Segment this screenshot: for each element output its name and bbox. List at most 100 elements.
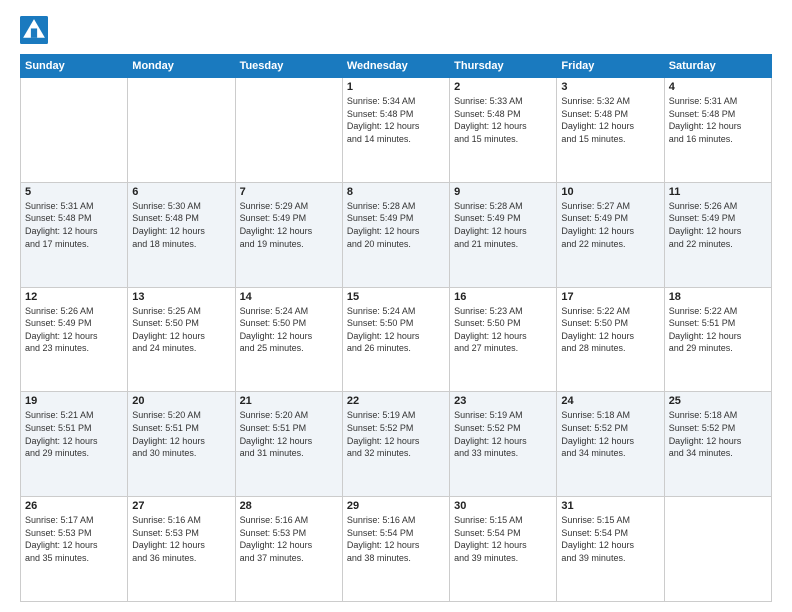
calendar-cell: 24 Sunrise: 5:18 AMSunset: 5:52 PMDayligh… xyxy=(557,392,664,497)
day-info: Sunrise: 5:16 AMSunset: 5:53 PMDaylight:… xyxy=(240,514,338,564)
weekday-header-saturday: Saturday xyxy=(664,55,771,78)
day-info: Sunrise: 5:32 AMSunset: 5:48 PMDaylight:… xyxy=(561,95,659,145)
day-number: 4 xyxy=(669,81,767,93)
day-number: 9 xyxy=(454,186,552,198)
week-row-1: 1 Sunrise: 5:34 AMSunset: 5:48 PMDaylight… xyxy=(21,78,772,183)
calendar-cell: 26Sunrise: 5:17 AMSunset: 5:53 PMDayligh… xyxy=(21,497,128,602)
day-number: 24 xyxy=(561,395,659,407)
day-info: Sunrise: 5:22 AMSunset: 5:50 PMDaylight:… xyxy=(561,305,659,355)
day-number: 20 xyxy=(132,395,230,407)
day-number: 12 xyxy=(25,291,123,303)
calendar-cell: 7 Sunrise: 5:29 AMSunset: 5:49 PMDaylight… xyxy=(235,182,342,287)
day-info: Sunrise: 5:34 AMSunset: 5:48 PMDaylight:… xyxy=(347,95,445,145)
day-number: 16 xyxy=(454,291,552,303)
day-info: Sunrise: 5:19 AMSunset: 5:52 PMDaylight:… xyxy=(454,409,552,459)
day-info: Sunrise: 5:33 AMSunset: 5:48 PMDaylight:… xyxy=(454,95,552,145)
weekday-header-thursday: Thursday xyxy=(450,55,557,78)
calendar-cell: 22Sunrise: 5:19 AMSunset: 5:52 PMDayligh… xyxy=(342,392,449,497)
day-number: 5 xyxy=(25,186,123,198)
calendar-page: SundayMondayTuesdayWednesdayThursdayFrid… xyxy=(0,0,792,612)
day-number: 2 xyxy=(454,81,552,93)
day-info: Sunrise: 5:21 AMSunset: 5:51 PMDaylight:… xyxy=(25,409,123,459)
calendar-cell: 12Sunrise: 5:26 AMSunset: 5:49 PMDayligh… xyxy=(21,287,128,392)
day-number: 6 xyxy=(132,186,230,198)
day-info: Sunrise: 5:28 AMSunset: 5:49 PMDaylight:… xyxy=(454,200,552,250)
calendar-cell: 27 Sunrise: 5:16 AMSunset: 5:53 PMDayligh… xyxy=(128,497,235,602)
day-number: 31 xyxy=(561,500,659,512)
day-number: 15 xyxy=(347,291,445,303)
calendar-cell: 16 Sunrise: 5:23 AMSunset: 5:50 PMDayligh… xyxy=(450,287,557,392)
day-info: Sunrise: 5:23 AMSunset: 5:50 PMDaylight:… xyxy=(454,305,552,355)
calendar-cell: 10Sunrise: 5:27 AMSunset: 5:49 PMDayligh… xyxy=(557,182,664,287)
calendar-cell: 11Sunrise: 5:26 AMSunset: 5:49 PMDayligh… xyxy=(664,182,771,287)
calendar-cell: 14 Sunrise: 5:24 AMSunset: 5:50 PMDayligh… xyxy=(235,287,342,392)
day-info: Sunrise: 5:18 AMSunset: 5:52 PMDaylight:… xyxy=(561,409,659,459)
day-info: Sunrise: 5:27 AMSunset: 5:49 PMDaylight:… xyxy=(561,200,659,250)
calendar-cell: 25 Sunrise: 5:18 AMSunset: 5:52 PMDayligh… xyxy=(664,392,771,497)
day-info: Sunrise: 5:24 AMSunset: 5:50 PMDaylight:… xyxy=(240,305,338,355)
day-number: 27 xyxy=(132,500,230,512)
day-info: Sunrise: 5:31 AMSunset: 5:48 PMDaylight:… xyxy=(25,200,123,250)
day-number: 13 xyxy=(132,291,230,303)
day-info: Sunrise: 5:24 AMSunset: 5:50 PMDaylight:… xyxy=(347,305,445,355)
calendar-cell: 5 Sunrise: 5:31 AMSunset: 5:48 PMDaylight… xyxy=(21,182,128,287)
day-info: Sunrise: 5:31 AMSunset: 5:48 PMDaylight:… xyxy=(669,95,767,145)
calendar-table: SundayMondayTuesdayWednesdayThursdayFrid… xyxy=(20,54,772,602)
calendar-cell: 13Sunrise: 5:25 AMSunset: 5:50 PMDayligh… xyxy=(128,287,235,392)
day-number: 8 xyxy=(347,186,445,198)
calendar-cell: 18Sunrise: 5:22 AMSunset: 5:51 PMDayligh… xyxy=(664,287,771,392)
weekday-header-monday: Monday xyxy=(128,55,235,78)
day-number: 11 xyxy=(669,186,767,198)
calendar-cell: 3 Sunrise: 5:32 AMSunset: 5:48 PMDaylight… xyxy=(557,78,664,183)
day-number: 25 xyxy=(669,395,767,407)
calendar-cell: 1 Sunrise: 5:34 AMSunset: 5:48 PMDaylight… xyxy=(342,78,449,183)
calendar-cell xyxy=(128,78,235,183)
calendar-cell xyxy=(664,497,771,602)
calendar-cell: 28 Sunrise: 5:16 AMSunset: 5:53 PMDayligh… xyxy=(235,497,342,602)
calendar-cell xyxy=(235,78,342,183)
day-number: 19 xyxy=(25,395,123,407)
day-number: 28 xyxy=(240,500,338,512)
calendar-cell: 2 Sunrise: 5:33 AMSunset: 5:48 PMDaylight… xyxy=(450,78,557,183)
day-info: Sunrise: 5:28 AMSunset: 5:49 PMDaylight:… xyxy=(347,200,445,250)
day-number: 3 xyxy=(561,81,659,93)
week-row-3: 12Sunrise: 5:26 AMSunset: 5:49 PMDayligh… xyxy=(21,287,772,392)
day-info: Sunrise: 5:29 AMSunset: 5:49 PMDaylight:… xyxy=(240,200,338,250)
weekday-header-sunday: Sunday xyxy=(21,55,128,78)
calendar-cell: 31 Sunrise: 5:15 AMSunset: 5:54 PMDayligh… xyxy=(557,497,664,602)
day-info: Sunrise: 5:15 AMSunset: 5:54 PMDaylight:… xyxy=(454,514,552,564)
day-info: Sunrise: 5:19 AMSunset: 5:52 PMDaylight:… xyxy=(347,409,445,459)
calendar-cell xyxy=(21,78,128,183)
logo xyxy=(20,16,52,44)
day-number: 26 xyxy=(25,500,123,512)
day-number: 18 xyxy=(669,291,767,303)
day-number: 29 xyxy=(347,500,445,512)
weekday-header-row: SundayMondayTuesdayWednesdayThursdayFrid… xyxy=(21,55,772,78)
calendar-cell: 19 Sunrise: 5:21 AMSunset: 5:51 PMDayligh… xyxy=(21,392,128,497)
day-number: 30 xyxy=(454,500,552,512)
day-info: Sunrise: 5:30 AMSunset: 5:48 PMDaylight:… xyxy=(132,200,230,250)
calendar-cell: 21Sunrise: 5:20 AMSunset: 5:51 PMDayligh… xyxy=(235,392,342,497)
calendar-cell: 29 Sunrise: 5:16 AMSunset: 5:54 PMDayligh… xyxy=(342,497,449,602)
day-info: Sunrise: 5:15 AMSunset: 5:54 PMDaylight:… xyxy=(561,514,659,564)
weekday-header-friday: Friday xyxy=(557,55,664,78)
calendar-cell: 15 Sunrise: 5:24 AMSunset: 5:50 PMDayligh… xyxy=(342,287,449,392)
day-info: Sunrise: 5:16 AMSunset: 5:53 PMDaylight:… xyxy=(132,514,230,564)
day-info: Sunrise: 5:18 AMSunset: 5:52 PMDaylight:… xyxy=(669,409,767,459)
day-number: 17 xyxy=(561,291,659,303)
header xyxy=(20,16,772,44)
day-info: Sunrise: 5:16 AMSunset: 5:54 PMDaylight:… xyxy=(347,514,445,564)
week-row-4: 19 Sunrise: 5:21 AMSunset: 5:51 PMDayligh… xyxy=(21,392,772,497)
calendar-cell: 9 Sunrise: 5:28 AMSunset: 5:49 PMDaylight… xyxy=(450,182,557,287)
day-number: 21 xyxy=(240,395,338,407)
weekday-header-tuesday: Tuesday xyxy=(235,55,342,78)
day-number: 7 xyxy=(240,186,338,198)
calendar-cell: 8 Sunrise: 5:28 AMSunset: 5:49 PMDaylight… xyxy=(342,182,449,287)
day-number: 14 xyxy=(240,291,338,303)
day-number: 23 xyxy=(454,395,552,407)
calendar-cell: 4 Sunrise: 5:31 AMSunset: 5:48 PMDaylight… xyxy=(664,78,771,183)
day-number: 1 xyxy=(347,81,445,93)
calendar-cell: 30 Sunrise: 5:15 AMSunset: 5:54 PMDayligh… xyxy=(450,497,557,602)
week-row-2: 5 Sunrise: 5:31 AMSunset: 5:48 PMDaylight… xyxy=(21,182,772,287)
calendar-cell: 17 Sunrise: 5:22 AMSunset: 5:50 PMDayligh… xyxy=(557,287,664,392)
